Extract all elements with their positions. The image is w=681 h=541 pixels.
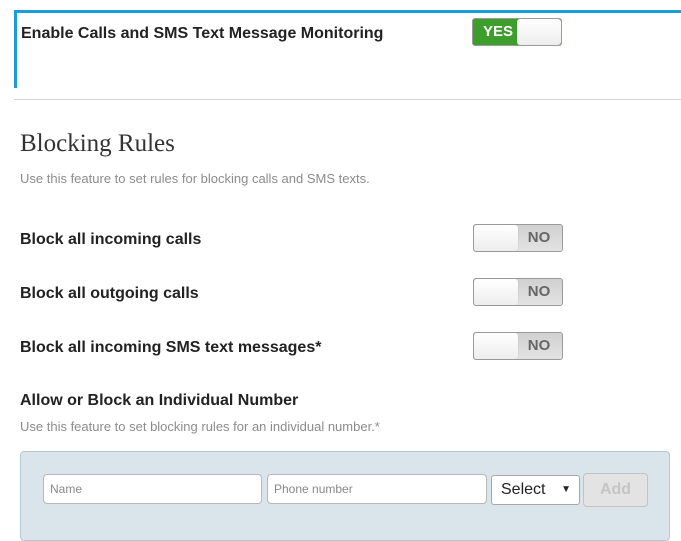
monitoring-panel [14,10,681,88]
add-button[interactable]: Add [583,473,648,507]
blocking-rules-description: Use this feature to set rules for blocki… [20,171,370,186]
select-caret-icon: ▼ [561,484,571,495]
toggle-knob [517,19,561,45]
phone-number-input[interactable]: Phone number [267,474,487,504]
rule-label-incoming-sms: Block all incoming SMS text messages* [20,339,322,356]
toggle-state: NO [527,283,551,300]
toggle-knob [474,333,518,359]
rule-label-outgoing-calls: Block all outgoing calls [20,285,199,302]
toggle-block-incoming-sms[interactable]: NO [473,332,563,360]
toggle-state: NO [527,337,551,354]
name-input[interactable]: Name [43,474,262,504]
rule-label-incoming-calls: Block all incoming calls [20,231,202,248]
individual-number-description: Use this feature to set blocking rules f… [20,419,380,434]
individual-number-title: Allow or Block an Individual Number [20,392,299,409]
toggle-block-incoming-calls[interactable]: NO [473,224,563,252]
monitoring-label: Enable Calls and SMS Text Message Monito… [21,25,384,42]
monitoring-toggle-state: YES [482,23,513,40]
rule-select-value: Select [501,481,546,498]
toggle-knob [474,279,518,305]
section-divider [14,99,681,100]
monitoring-toggle[interactable]: YES [472,18,562,46]
toggle-state: NO [527,229,551,246]
toggle-block-outgoing-calls[interactable]: NO [473,278,563,306]
rule-select[interactable]: Select ▼ [491,475,580,505]
toggle-knob [474,225,518,251]
blocking-rules-title: Blocking Rules [20,130,175,157]
